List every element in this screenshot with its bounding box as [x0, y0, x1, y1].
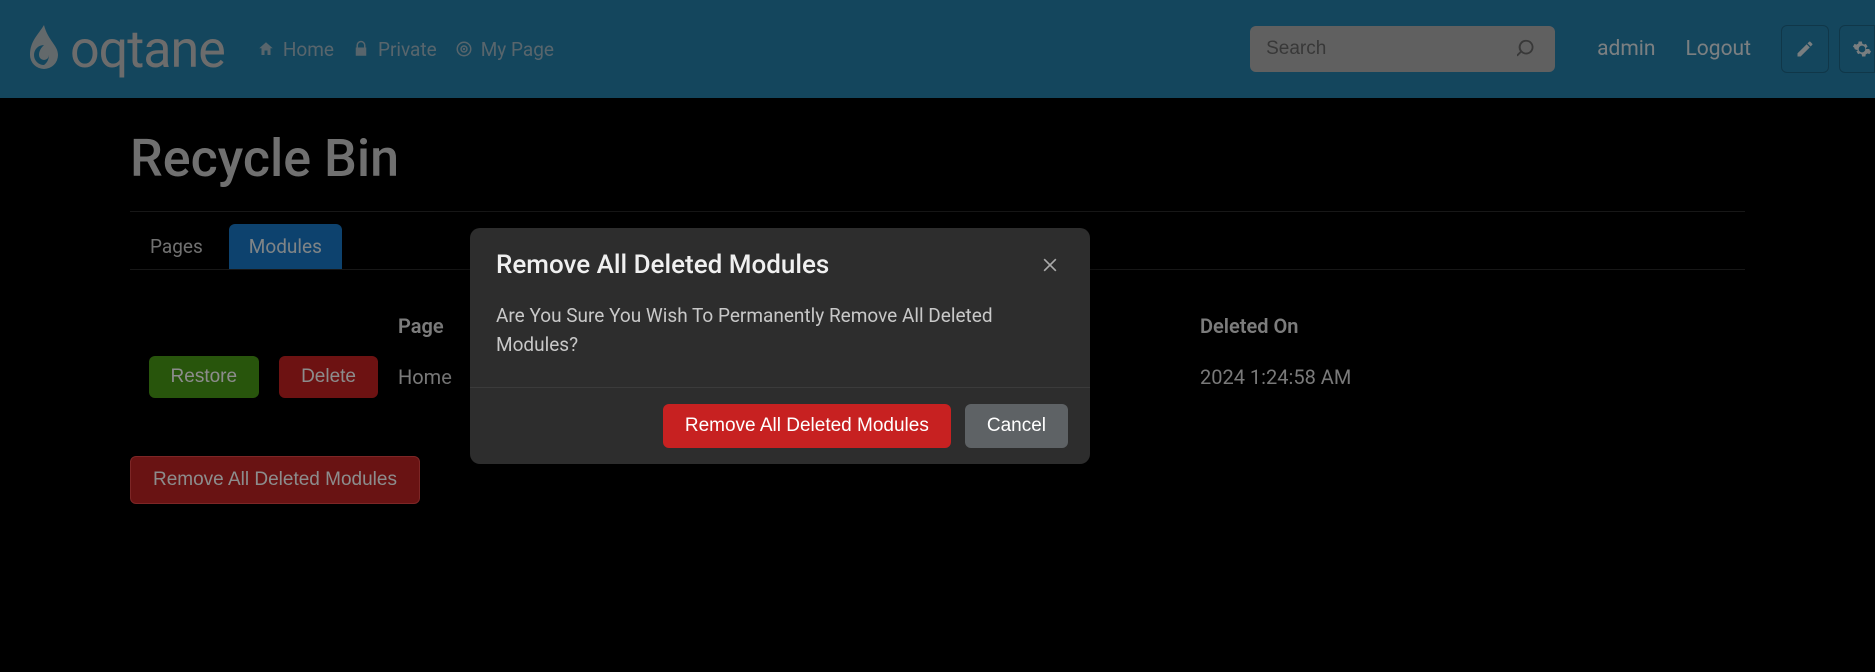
modal-close-button[interactable] [1036, 251, 1064, 279]
modal-cancel-button[interactable]: Cancel [965, 404, 1068, 448]
modal-confirm-button[interactable]: Remove All Deleted Modules [663, 404, 951, 448]
modal-body: Are You Sure You Wish To Permanently Rem… [470, 298, 1090, 387]
modal-header: Remove All Deleted Modules [470, 228, 1090, 298]
modal-title: Remove All Deleted Modules [496, 250, 829, 280]
confirm-modal: Remove All Deleted Modules Are You Sure … [470, 228, 1090, 464]
modal-footer: Remove All Deleted Modules Cancel [470, 387, 1090, 464]
close-icon [1040, 255, 1060, 275]
